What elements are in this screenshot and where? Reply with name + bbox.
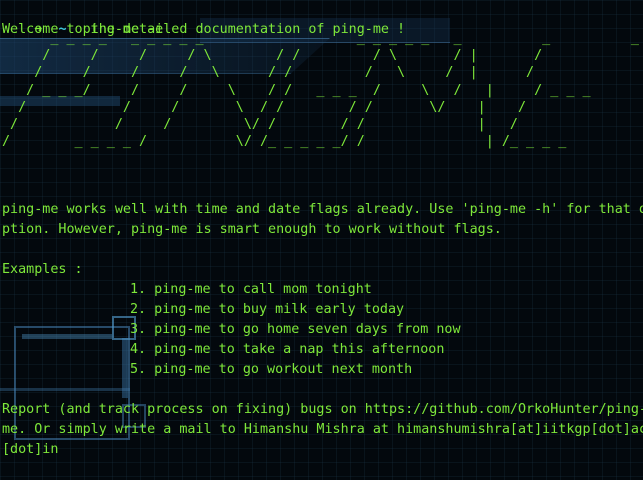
wallpaper-bar xyxy=(0,388,130,391)
example-item: 3. ping-me to go home seven days from no… xyxy=(130,322,461,337)
wallpaper-bar xyxy=(122,338,128,398)
intro-text-line-1: ping-me works well with time and date fl… xyxy=(2,202,643,217)
example-item: 2. ping-me to buy milk early today xyxy=(130,302,405,317)
report-text-line-3: [dot]in xyxy=(2,442,59,457)
terminal-window[interactable]: ➜ ~ ping-me -e Welcome to the detailed d… xyxy=(0,0,643,480)
intro-text-line-2: ption. However, ping-me is smart enough … xyxy=(2,222,502,237)
example-item: 1. ping-me to call mom tonight xyxy=(130,282,372,297)
examples-heading: Examples : xyxy=(2,262,83,277)
report-text-line-2: me. Or simply write a mail to Himanshu M… xyxy=(2,422,643,437)
example-item: 4. ping-me to take a nap this afternoon xyxy=(130,342,445,357)
command-line: ➜ ~ ping-me -e xyxy=(2,0,163,37)
ascii-banner-line: / / / / \ / / / \ / | / xyxy=(42,48,543,64)
wallpaper-bar xyxy=(22,334,112,339)
input-prompt-line[interactable]: ➜ ~ xyxy=(2,460,96,480)
ascii-banner: _ _ _ _ _ _ _ _ _ _ _ _ _ _ _ _ _ _ _ _ … xyxy=(2,30,643,150)
ascii-banner-line: / _ _ _/ / / \ / / _ _ _ / \ / | / _ _ _ xyxy=(26,82,591,98)
report-text-line-1: Report (and track process on fixing) bug… xyxy=(2,402,643,417)
ascii-banner-line: / / / \/ / / / | / xyxy=(10,117,518,133)
ascii-banner-line: _ _ _ _ _ _ _ _ _ _ _ _ _ _ _ _ _ _ _ _ xyxy=(50,31,639,46)
ascii-banner-line: / / / \ / / / / \/ | / xyxy=(18,99,527,115)
example-item: 5. ping-me to go workout next month xyxy=(130,362,413,377)
ascii-banner-line: / _ _ _ _ / \/ /_ _ _ _ _/ / | /_ _ _ _ xyxy=(2,134,567,150)
ascii-banner-line: / / / / \ / / / \ / | / xyxy=(34,65,535,81)
